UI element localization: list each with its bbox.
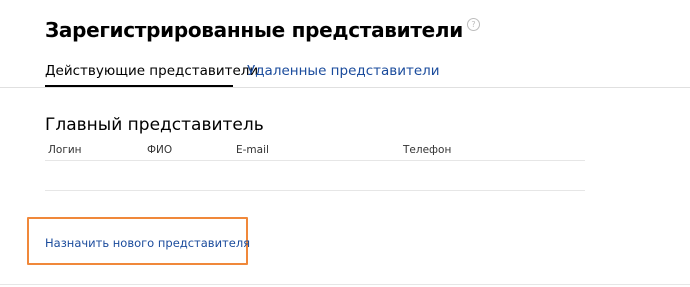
tab-deleted-representatives[interactable]: Удаленные представители [247, 62, 440, 80]
page-title: Зарегистрированные представители [45, 18, 463, 42]
tab-active-representatives[interactable]: Действующие представители [45, 62, 258, 80]
bottom-divider [0, 284, 690, 285]
page: Зарегистрированные представители ? Дейст… [0, 0, 690, 287]
table-row-divider [45, 190, 585, 191]
column-header-fio: ФИО [147, 144, 173, 156]
section-title-main-representative: Главный представитель [45, 115, 264, 135]
active-tab-underline [45, 85, 233, 87]
table-header-divider [45, 160, 585, 161]
title-row: Зарегистрированные представители ? [45, 17, 480, 43]
column-header-login: Логин [48, 144, 82, 156]
help-icon[interactable]: ? [466, 18, 480, 31]
assign-new-representative-link[interactable]: Назначить нового представителя [45, 236, 250, 251]
column-header-email: E-mail [236, 144, 269, 156]
column-header-phone: Телефон [403, 144, 452, 156]
tabs-bar: Действующие представители Удаленные пред… [0, 56, 690, 88]
